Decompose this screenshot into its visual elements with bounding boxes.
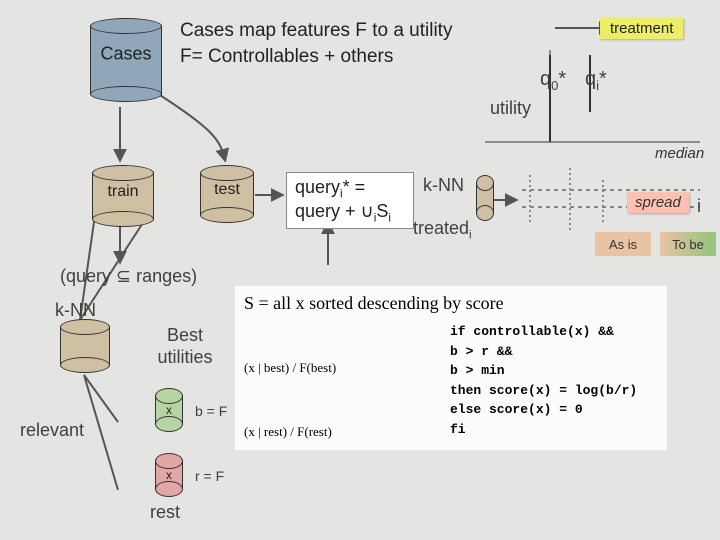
x-best-cylinder-label: x [166,403,172,417]
b-eq-label: b = F [195,403,227,419]
treatment-label: treatment [600,18,683,39]
knn-cylinder-label: k-NN [55,300,96,321]
relevant-label: relevant [20,420,84,441]
formula-right-col: if controllable(x) && b > r && b > min t… [442,318,645,449]
formula-left-line1: (x | best) / F(best) [244,358,434,378]
x-rest-cylinder-label: x [166,468,172,482]
formula-block: S = all x sorted descending by score (x … [235,286,667,450]
formula-left-col: (x | best) / F(best) (x | rest) / F(rest… [236,318,442,449]
treated-label: treatedi [413,218,472,242]
test-cylinder: test [200,172,254,216]
formula-top: S = all x sorted descending by score [236,287,666,318]
train-cylinder: train [92,172,154,220]
formula-r6: fi [450,420,637,440]
cases-cylinder: Cases [90,25,162,95]
query-in-ranges-label: (query ⊆ ranges) [60,266,197,287]
formula-left-line2: (x | rest) / F(rest) [244,422,434,442]
formula-r5: else score(x) = 0 [450,400,637,420]
treated-cylinder [476,182,494,214]
median-label: median [655,145,704,162]
x-rest-cylinder: x [155,460,183,490]
header-text: Cases map features F to a utility F= Con… [180,18,500,69]
test-cylinder-label: test [201,181,253,199]
header-line1: Cases map features F to a utility [180,18,500,44]
qi-star-label: qi* [585,68,607,93]
query-box-line1: queryi* = [295,177,405,201]
r-eq-label: r = F [195,468,224,484]
spread-label: spread [627,192,689,213]
train-cylinder-label: train [93,183,153,201]
i-index-label: i [697,196,701,217]
formula-r3: b > min [450,361,637,381]
as-is-label: As is [595,232,651,256]
to-be-label: To be [660,232,716,256]
cases-cylinder-label: Cases [91,44,161,65]
utility-axis-label: utility [490,98,531,119]
formula-r2: b > r && [450,342,637,362]
q0-star-label: q0* [540,68,566,93]
query-box-line2: query + ∪iSi [295,201,405,225]
best-utilities-label: Best utilities [145,325,225,368]
rest-label: rest [150,502,180,523]
query-box: queryi* = query + ∪iSi [286,172,414,229]
header-line2: F= Controllables + others [180,44,500,70]
formula-r4: then score(x) = log(b/r) [450,381,637,401]
x-best-cylinder: x [155,395,183,425]
knn-label: k-NN [423,175,464,196]
formula-r1: if controllable(x) && [450,322,637,342]
knn-cylinder [60,326,110,366]
